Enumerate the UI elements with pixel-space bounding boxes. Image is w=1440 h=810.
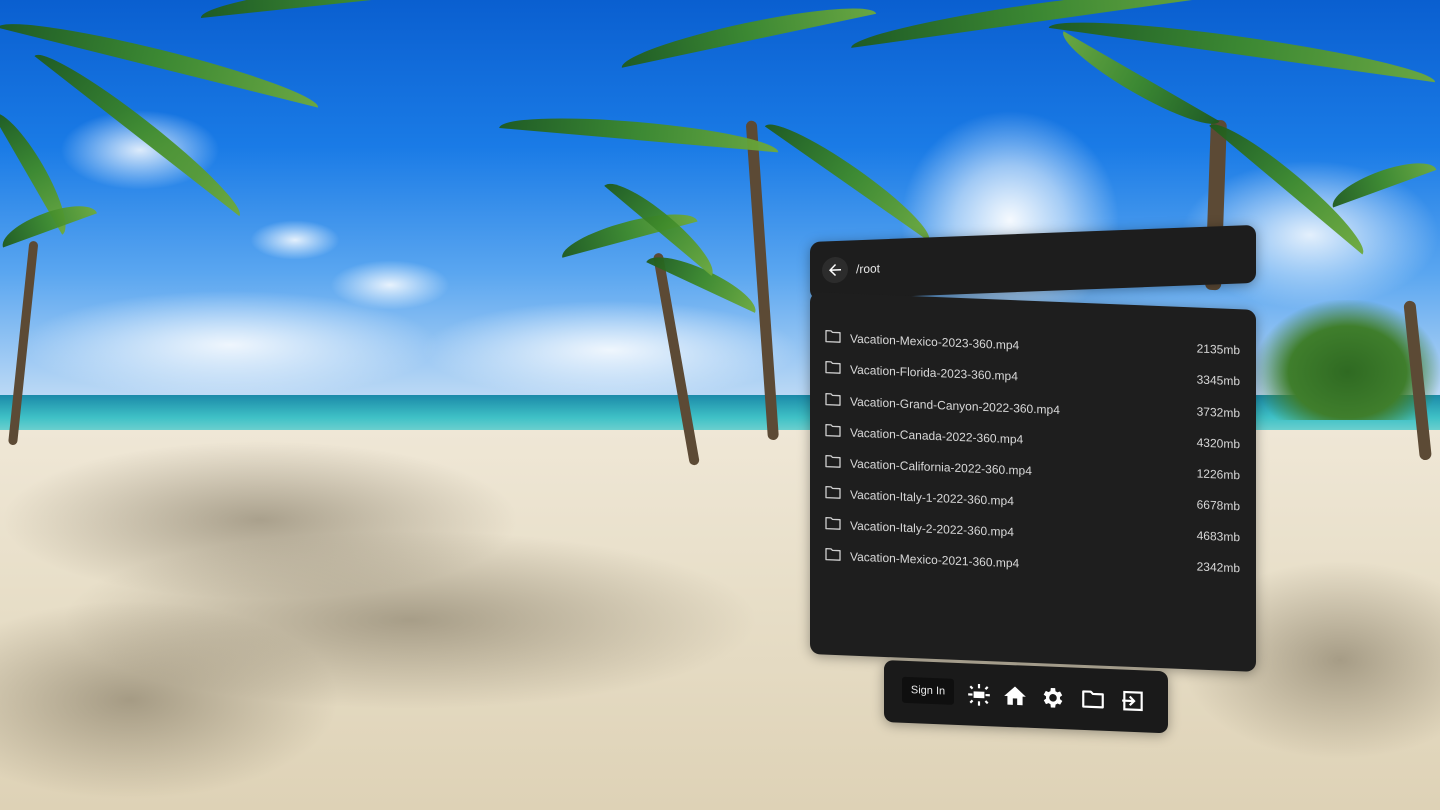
folder-icon xyxy=(825,485,841,499)
file-name: Vacation-Mexico-2021-360.mp4 xyxy=(850,549,1020,571)
folder-icon xyxy=(825,547,841,561)
file-size: 4683mb xyxy=(1196,528,1240,545)
folder-icon xyxy=(825,454,841,468)
folder-icon xyxy=(825,392,841,406)
file-name: Vacation-California-2022-360.mp4 xyxy=(850,456,1032,478)
folder-icon xyxy=(825,423,841,437)
file-size: 2135mb xyxy=(1196,341,1240,358)
cloud xyxy=(420,300,800,400)
file-size: 3345mb xyxy=(1196,372,1240,389)
cloud xyxy=(250,220,340,260)
folder-icon[interactable] xyxy=(1080,686,1106,713)
brightness-icon[interactable] xyxy=(966,681,992,708)
file-size: 4320mb xyxy=(1196,435,1240,452)
file-name: Vacation-Florida-2023-360.mp4 xyxy=(850,362,1018,384)
gear-icon[interactable] xyxy=(1040,684,1066,711)
folder-icon xyxy=(825,516,841,530)
file-size: 1226mb xyxy=(1196,466,1240,483)
file-name: Vacation-Mexico-2023-360.mp4 xyxy=(850,331,1020,353)
file-name: Vacation-Canada-2022-360.mp4 xyxy=(850,425,1024,447)
folder-icon xyxy=(825,329,841,343)
home-icon[interactable] xyxy=(1002,683,1028,710)
file-list-panel: Vacation-Mexico-2023-360.mp4 2135mb Vacati… xyxy=(810,292,1256,672)
file-name: Vacation-Italy-1-2022-360.mp4 xyxy=(850,487,1014,509)
back-button[interactable] xyxy=(822,256,848,284)
cloud xyxy=(20,290,440,400)
file-name: Vacation-Italy-2-2022-360.mp4 xyxy=(850,518,1014,540)
folder-icon xyxy=(825,360,841,374)
current-path: /root xyxy=(856,261,881,277)
bottom-toolbar: Sign In xyxy=(884,660,1168,734)
file-size: 2342mb xyxy=(1196,559,1240,576)
file-name: Vacation-Grand-Canyon-2022-360.mp4 xyxy=(850,394,1060,418)
file-size: 3732mb xyxy=(1196,404,1240,421)
exit-icon[interactable] xyxy=(1120,687,1146,714)
file-size: 6678mb xyxy=(1196,497,1240,514)
sign-in-button[interactable]: Sign In xyxy=(902,676,954,705)
arrow-left-icon xyxy=(829,264,841,277)
